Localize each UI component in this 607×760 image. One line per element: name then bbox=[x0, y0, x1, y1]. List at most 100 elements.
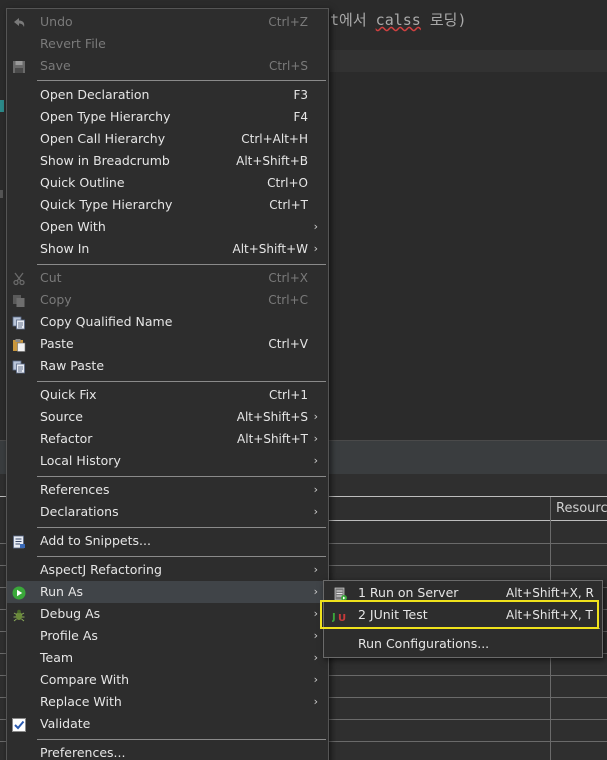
menu-item-declarations[interactable]: Declarations › bbox=[7, 501, 328, 523]
menu-item-debug-as[interactable]: Debug As › bbox=[7, 603, 328, 625]
menu-item-team[interactable]: Team › bbox=[7, 647, 328, 669]
menu-item-label: Open Declaration bbox=[40, 87, 150, 102]
submenu-arrow-icon: › bbox=[313, 695, 318, 708]
menu-item-paste[interactable]: Paste Ctrl+V bbox=[7, 333, 328, 355]
menu-item-label: Validate bbox=[40, 716, 91, 731]
table-column-header[interactable] bbox=[329, 497, 551, 521]
menu-item-shortcut: Alt+Shift+B bbox=[236, 154, 308, 168]
floppy-disk-icon bbox=[12, 59, 26, 73]
menu-item-shortcut: F4 bbox=[293, 110, 308, 124]
menu-item-label: Cut bbox=[40, 270, 62, 285]
menu-item-shortcut: Ctrl+Alt+H bbox=[241, 132, 308, 146]
run-green-icon bbox=[12, 585, 26, 600]
menu-item-run-as[interactable]: Run As › bbox=[7, 581, 328, 603]
menu-item-shortcut: Ctrl+Z bbox=[268, 15, 308, 29]
menu-item-add-to-snippets[interactable]: Add to Snippets... bbox=[7, 530, 328, 552]
table-column-header-resource[interactable]: Resourc bbox=[551, 497, 607, 521]
menu-item-label: Run Configurations... bbox=[358, 636, 490, 651]
submenu-arrow-icon: › bbox=[313, 673, 318, 686]
menu-item-label: Run As bbox=[40, 584, 84, 599]
menu-item-show-in-breadcrumb[interactable]: Show in Breadcrumb Alt+Shift+B bbox=[7, 150, 328, 172]
menu-item-profile-as[interactable]: Profile As › bbox=[7, 625, 328, 647]
server-icon bbox=[332, 586, 348, 601]
menu-item-source[interactable]: Source Alt+Shift+S › bbox=[7, 406, 328, 428]
menu-item-save[interactable]: Save Ctrl+S bbox=[7, 55, 328, 77]
column-header-label: Resourc bbox=[556, 501, 607, 516]
menu-item-replace-with[interactable]: Replace With › bbox=[7, 691, 328, 713]
menu-item-label: Replace With bbox=[40, 694, 122, 709]
menu-item-quick-outline[interactable]: Quick Outline Ctrl+O bbox=[7, 172, 328, 194]
menu-item-refactor[interactable]: Refactor Alt+Shift+T › bbox=[7, 428, 328, 450]
menu-item-raw-paste[interactable]: Raw Paste bbox=[7, 355, 328, 377]
code-text-suffix: 로딩) bbox=[420, 11, 467, 29]
menu-item-copy[interactable]: Copy Ctrl+C bbox=[7, 289, 328, 311]
menu-item-label: Local History bbox=[40, 453, 121, 468]
menu-item-label: Declarations bbox=[40, 504, 119, 519]
menu-item-shortcut: Ctrl+X bbox=[268, 271, 308, 285]
menu-separator bbox=[37, 80, 326, 81]
submenu-arrow-icon: › bbox=[313, 629, 318, 642]
menu-separator bbox=[37, 739, 326, 740]
menu-item-open-call-hierarchy[interactable]: Open Call Hierarchy Ctrl+Alt+H bbox=[7, 128, 328, 150]
menu-item-shortcut: Ctrl+O bbox=[267, 176, 308, 190]
submenu-arrow-icon: › bbox=[313, 454, 318, 467]
submenu-item-run-configurations[interactable]: Run Configurations... bbox=[324, 633, 602, 655]
menu-item-compare-with[interactable]: Compare With › bbox=[7, 669, 328, 691]
snippet-icon bbox=[12, 534, 26, 549]
submenu-arrow-icon: › bbox=[313, 483, 318, 496]
menu-separator bbox=[37, 556, 326, 557]
menu-item-shortcut: Ctrl+S bbox=[268, 59, 308, 73]
menu-item-aspectj-refactoring[interactable]: AspectJ Refactoring › bbox=[7, 559, 328, 581]
menu-item-copy-qualified-name[interactable]: Copy Qualified Name bbox=[7, 311, 328, 333]
menu-item-cut[interactable]: Cut Ctrl+X bbox=[7, 267, 328, 289]
menu-item-local-history[interactable]: Local History › bbox=[7, 450, 328, 472]
copy-icon bbox=[12, 293, 26, 307]
undo-arrow-icon bbox=[12, 15, 26, 29]
menu-item-show-in[interactable]: Show In Alt+Shift+W › bbox=[7, 238, 328, 260]
menu-item-label: Copy bbox=[40, 292, 72, 307]
menu-item-label: Raw Paste bbox=[40, 358, 105, 373]
submenu-arrow-icon: › bbox=[313, 585, 318, 598]
menu-item-label: Quick Type Hierarchy bbox=[40, 197, 173, 212]
menu-item-open-type-hierarchy[interactable]: Open Type Hierarchy F4 bbox=[7, 106, 328, 128]
menu-item-label: Show in Breadcrumb bbox=[40, 153, 170, 168]
annotation-highlight-box bbox=[320, 600, 599, 629]
debug-bug-icon bbox=[12, 607, 26, 622]
menu-item-label: Team bbox=[40, 650, 74, 665]
menu-item-quick-type-hierarchy[interactable]: Quick Type Hierarchy Ctrl+T bbox=[7, 194, 328, 216]
editor-context-menu: Undo Ctrl+Z Revert File Save Ctrl+S Open… bbox=[6, 8, 329, 760]
menu-item-label: Profile As bbox=[40, 628, 98, 643]
menu-item-label: Copy Qualified Name bbox=[40, 314, 173, 329]
menu-item-label: AspectJ Refactoring bbox=[40, 562, 162, 577]
menu-item-references[interactable]: References › bbox=[7, 479, 328, 501]
menu-item-label: Add to Snippets... bbox=[40, 533, 151, 548]
menu-item-label: Undo bbox=[40, 14, 73, 29]
copy-qualified-name-icon bbox=[12, 315, 26, 330]
menu-item-open-declaration[interactable]: Open Declaration F3 bbox=[7, 84, 328, 106]
menu-item-quick-fix[interactable]: Quick Fix Ctrl+1 bbox=[7, 384, 328, 406]
menu-item-label: References bbox=[40, 482, 110, 497]
submenu-arrow-icon: › bbox=[313, 242, 318, 255]
menu-item-shortcut: Alt+Shift+W bbox=[232, 242, 309, 256]
menu-item-undo[interactable]: Undo Ctrl+Z bbox=[7, 11, 328, 33]
menu-item-shortcut: Alt+Shift+S bbox=[236, 410, 308, 424]
menu-item-label: Compare With bbox=[40, 672, 130, 687]
menu-item-preferences[interactable]: Preferences... bbox=[7, 742, 328, 760]
menu-item-label: Save bbox=[40, 58, 71, 73]
submenu-arrow-icon: › bbox=[313, 220, 318, 233]
code-text-prefix: t에서 bbox=[330, 11, 376, 29]
menu-item-label: Source bbox=[40, 409, 83, 424]
menu-item-label: Show In bbox=[40, 241, 90, 256]
menu-separator bbox=[37, 476, 326, 477]
menu-separator bbox=[37, 264, 326, 265]
menu-item-revert-file[interactable]: Revert File bbox=[7, 33, 328, 55]
menu-item-validate[interactable]: Validate bbox=[7, 713, 328, 735]
menu-item-label: Quick Outline bbox=[40, 175, 125, 190]
menu-item-label: Open Type Hierarchy bbox=[40, 109, 171, 124]
menu-item-label: Debug As bbox=[40, 606, 101, 621]
menu-item-label: Open With bbox=[40, 219, 106, 234]
submenu-arrow-icon: › bbox=[313, 505, 318, 518]
menu-item-open-with[interactable]: Open With › bbox=[7, 216, 328, 238]
submenu-arrow-icon: › bbox=[313, 432, 318, 445]
menu-item-shortcut: Ctrl+C bbox=[268, 293, 308, 307]
